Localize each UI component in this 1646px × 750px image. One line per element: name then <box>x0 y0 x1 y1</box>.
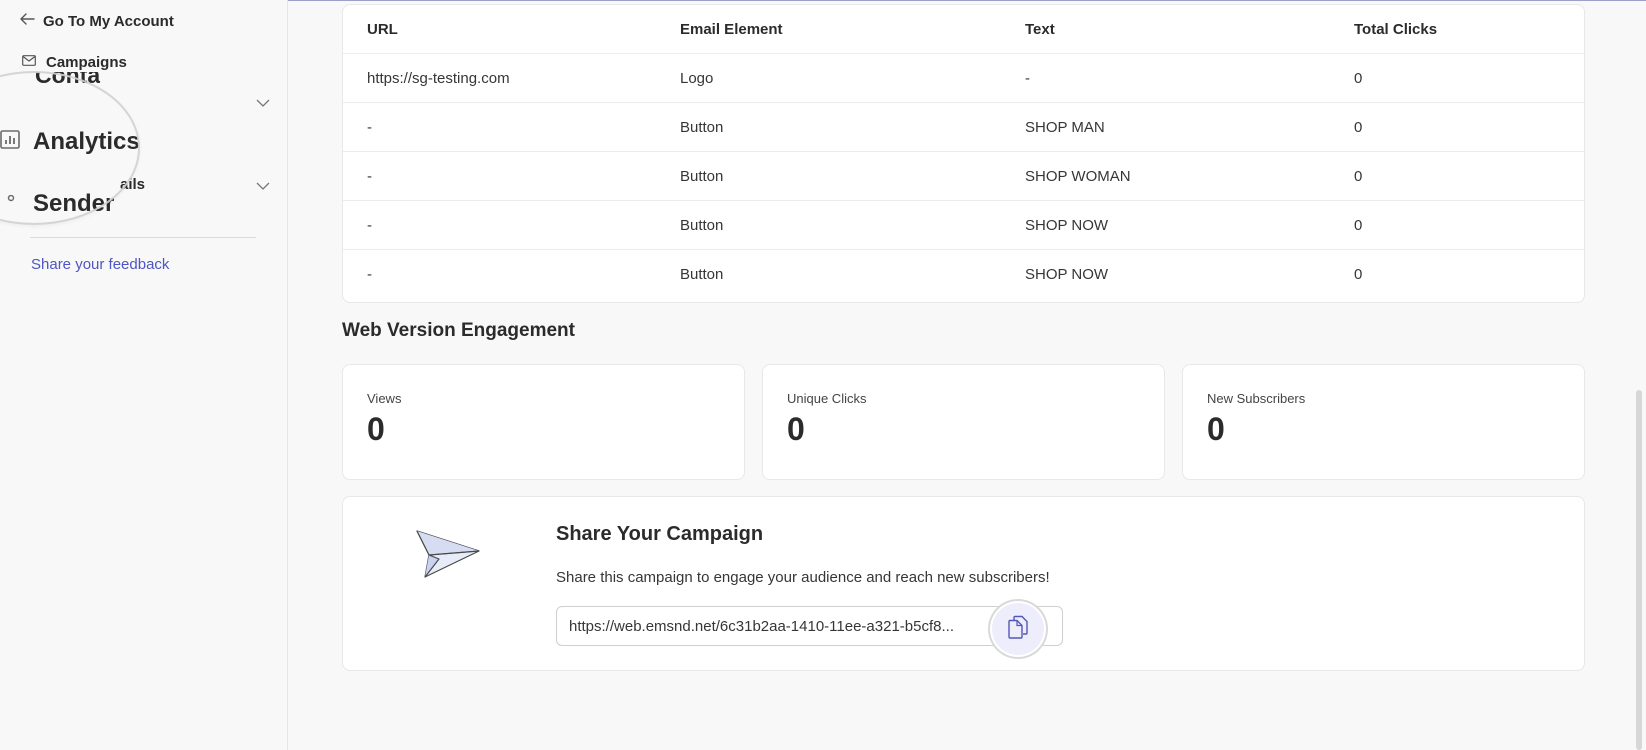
mail-icon <box>22 53 36 71</box>
stat-label: New Subscribers <box>1207 391 1306 406</box>
column-header-url: URL <box>367 20 398 38</box>
cell-total-clicks: 0 <box>1354 151 1584 201</box>
cell-text: SHOP NOW <box>1025 249 1354 298</box>
sidebar-item-campaigns[interactable]: Campaigns <box>22 53 127 71</box>
cell-email-element: Button <box>680 249 1025 298</box>
go-to-my-account-link[interactable]: Go To My Account <box>20 12 174 30</box>
table-header-row: URL Email Element Text Total Clicks <box>343 5 1584 54</box>
paper-plane-icon <box>415 529 481 584</box>
cell-email-element: Logo <box>680 53 1025 103</box>
sidebar-item-analytics-label: Analytics <box>33 128 140 155</box>
share-campaign-title: Share Your Campaign <box>556 523 764 545</box>
scrollbar[interactable] <box>1636 390 1642 750</box>
cell-url: - <box>343 151 680 201</box>
table-row: - Button SHOP WOMAN 0 <box>343 151 1584 201</box>
stat-value: 0 <box>367 411 385 447</box>
campaign-url-field[interactable]: https://web.emsnd.net/6c31b2aa-1410-11ee… <box>556 606 1063 646</box>
cell-url: - <box>343 249 680 298</box>
copy-url-button[interactable] <box>990 601 1046 657</box>
user-icon <box>6 194 16 214</box>
chevron-down-icon[interactable] <box>256 181 270 191</box>
cell-text: SHOP MAN <box>1025 102 1354 152</box>
column-header-total-clicks: Total Clicks <box>1354 20 1438 38</box>
stat-label: Views <box>367 391 402 406</box>
column-header-email-element: Email Element <box>680 20 783 38</box>
table-row: - Button SHOP MAN 0 <box>343 102 1584 152</box>
campaign-url-text: https://web.emsnd.net/6c31b2aa-1410-11ee… <box>569 618 954 635</box>
cell-url: - <box>343 102 680 152</box>
column-header-text: Text <box>1025 20 1055 38</box>
share-campaign-description: Share this campaign to engage your audie… <box>556 569 1050 586</box>
go-to-my-account-label: Go To My Account <box>43 12 174 30</box>
sidebar-item-campaigns-label: Campaigns <box>46 53 127 71</box>
cell-email-element: Button <box>680 151 1025 201</box>
copy-icon <box>1007 615 1029 644</box>
sidebar-divider <box>30 237 256 238</box>
cell-text: - <box>1025 53 1354 103</box>
stat-value: 0 <box>787 411 805 447</box>
cell-url: - <box>343 200 680 250</box>
cell-url: https://sg-testing.com <box>343 53 680 103</box>
stat-card-new-subscribers: New Subscribers 0 <box>1182 364 1585 480</box>
sidebar-item-sender-label: Sender <box>33 190 115 217</box>
sidebar-item-sender-emails-partial: ails <box>120 176 146 193</box>
share-feedback-link[interactable]: Share your feedback <box>31 256 169 273</box>
cell-email-element: Button <box>680 102 1025 152</box>
cell-total-clicks: 0 <box>1354 200 1584 250</box>
cell-total-clicks: 0 <box>1354 102 1584 152</box>
cell-text: SHOP WOMAN <box>1025 151 1354 201</box>
cell-email-element: Button <box>680 200 1025 250</box>
links-table: URL Email Element Text Total Clicks http… <box>343 5 1584 298</box>
links-table-card: URL Email Element Text Total Clicks http… <box>342 4 1585 303</box>
cell-total-clicks: 0 <box>1354 249 1584 298</box>
web-engagement-title: Web Version Engagement <box>342 320 575 341</box>
chevron-down-icon[interactable] <box>256 98 270 108</box>
stat-value: 0 <box>1207 411 1225 447</box>
share-campaign-card: Share Your Campaign Share this campaign … <box>342 496 1585 671</box>
table-row: - Button SHOP NOW 0 <box>343 200 1584 250</box>
cell-text: SHOP NOW <box>1025 200 1354 250</box>
arrow-left-icon <box>20 12 35 30</box>
sidebar-item-analytics[interactable]: Analytics <box>0 128 140 156</box>
stat-card-unique-clicks: Unique Clicks 0 <box>762 364 1165 480</box>
table-row: - Button SHOP NOW 0 <box>343 249 1584 298</box>
sidebar-item-sender-emails[interactable]: Sender <box>6 190 114 218</box>
stat-card-views: Views 0 <box>342 364 745 480</box>
bar-chart-icon <box>0 130 20 154</box>
copy-button-highlight <box>992 603 1044 655</box>
table-row: https://sg-testing.com Logo - 0 <box>343 53 1584 103</box>
stat-label: Unique Clicks <box>787 391 867 406</box>
sidebar: Go To My Account Campaigns Conta Analyti… <box>0 0 288 750</box>
cell-total-clicks: 0 <box>1354 53 1584 103</box>
